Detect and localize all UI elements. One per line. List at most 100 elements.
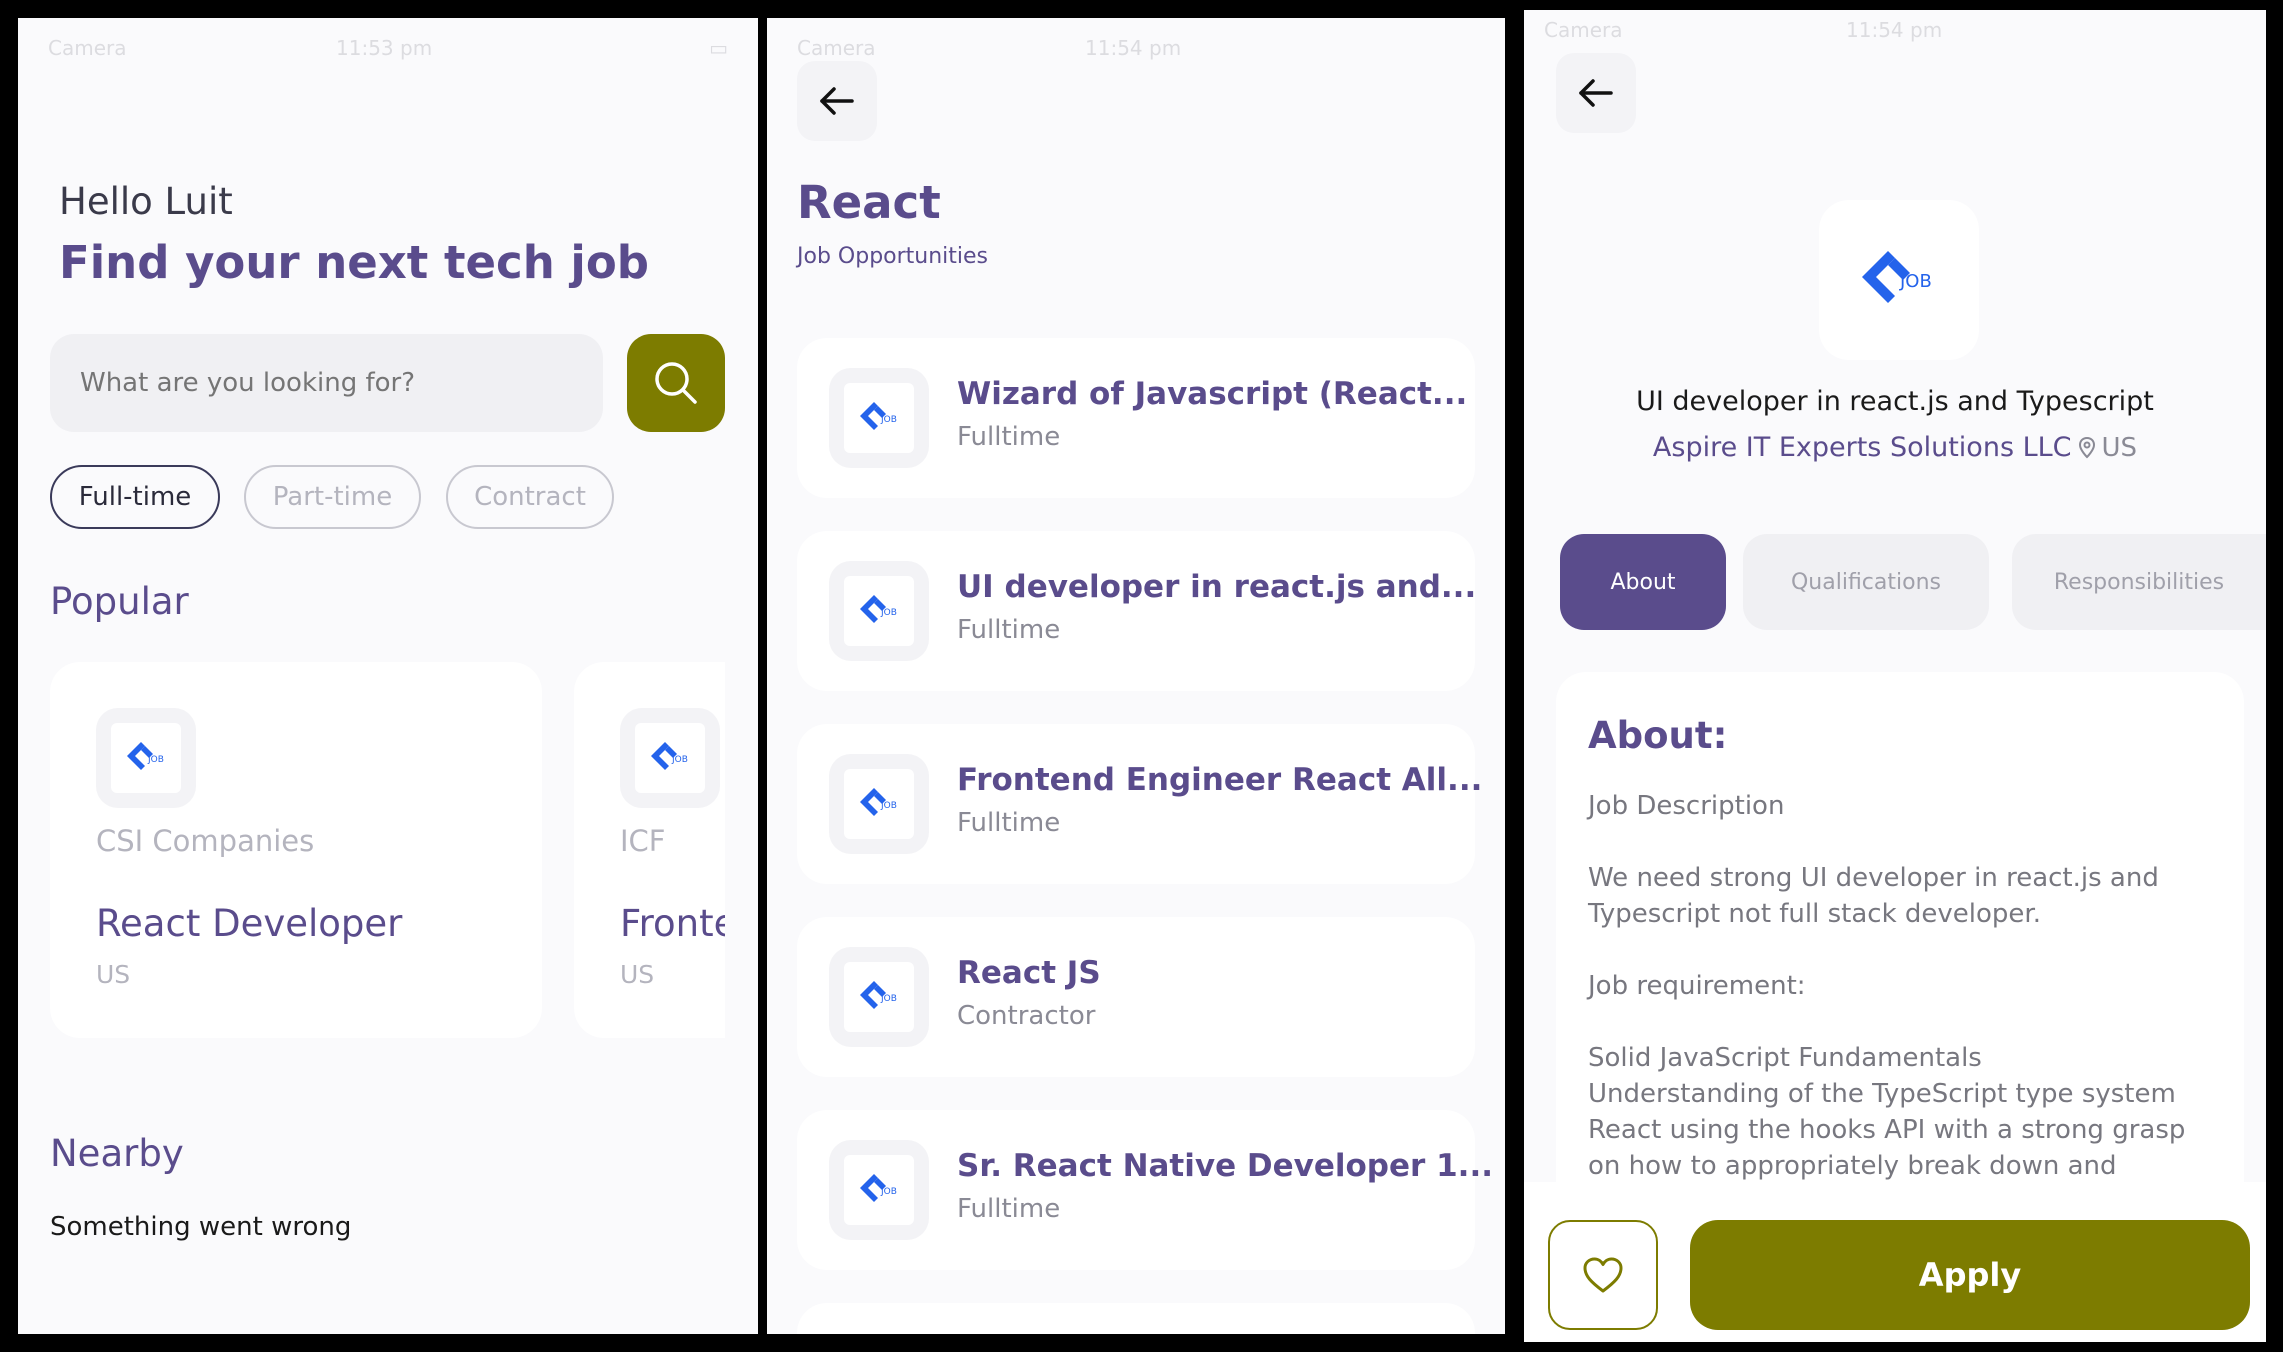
job-list-item[interactable]: JOB UI developer in react.js and... Full… [797,531,1477,691]
tab-label: Qualifications [1790,569,1941,595]
about-line: on how to appropriately break down and [1588,1151,2117,1181]
status-bar: Camera 11:53 pm ▭ [18,36,758,66]
status-bar: Camera 11:54 pm [1524,18,2266,48]
heart-icon [1583,1257,1623,1293]
job-type: Fulltime [957,615,1061,645]
job-title: UI developer in react.js and... [957,569,1477,605]
search-icon [655,362,697,404]
job-type: Fulltime [957,1194,1061,1224]
job-logo-icon: JOB [860,1174,897,1202]
about-heading: About: [1588,714,1728,757]
status-carrier: Camera [1544,18,1623,42]
status-carrier: Camera [797,36,876,60]
about-line: Solid JavaScript Fundamentals [1588,1043,1982,1073]
company-logo: JOB [829,368,929,468]
job-details-screen: Camera 11:54 pm JOB UI developer in reac… [1524,10,2266,1342]
nearby-heading: Nearby [50,1132,184,1175]
job-type: Fulltime [957,422,1061,452]
job-title: Sr. React Native Developer 1... [957,1148,1494,1184]
about-line: Job requirement: [1588,971,1806,1001]
about-line: Job Description [1588,791,1785,821]
job-title: UI developer in react.js and Typescript [1636,386,2154,417]
tab-label: Responsibilities [2053,569,2225,595]
search-button[interactable] [627,334,725,432]
svg-text:JOB: JOB [880,1187,897,1197]
search-results-screen: Camera 11:54 pm React Job Opportunities … [767,18,1505,1334]
job-list-item[interactable]: JOB React JS Contractor [797,917,1475,1077]
back-button[interactable] [797,61,877,141]
filter-chip-part-time[interactable]: Part-time [244,465,421,529]
job-title: React JS [957,955,1101,991]
search-box[interactable] [50,334,603,432]
company-logo: JOB [829,1140,929,1240]
tab-qualifications[interactable]: Qualifications [1743,534,1989,630]
job-type: Fulltime [957,808,1061,838]
search-subtitle: Job Opportunities [797,244,989,269]
job-list-item[interactable]: JOB Wizard of Javascript (React... Fullt… [797,338,1475,498]
popular-job-card[interactable]: JOB CSI Companies React Developer US [50,662,542,1038]
battery-icon: ▭ [709,36,728,60]
filter-chip-full-time[interactable]: Full-time [50,465,220,529]
company-logo: JOB [829,754,929,854]
job-type: Contractor [957,1001,1096,1031]
job-location: US [620,960,655,989]
apply-button[interactable]: Apply [1690,1220,2250,1330]
job-logo-icon: JOB [651,742,688,770]
svg-text:JOB: JOB [880,994,897,1004]
home-screen: Camera 11:53 pm ▭ Hello Luit Find your n… [18,18,758,1334]
nearby-error-message: Something went wrong [50,1212,352,1242]
back-button[interactable] [1556,53,1636,133]
search-input[interactable] [80,368,573,398]
job-logo-icon: JOB [860,788,897,816]
headline: Find your next tech job [59,236,649,289]
job-logo-icon: JOB [860,595,897,623]
company-name: CSI Companies [96,824,315,858]
job-location: US [2101,432,2138,463]
about-line: Typescript not full stack developer. [1588,899,2041,929]
job-title: Wizard of Javascript (React... [957,376,1468,412]
company-name: ICF [620,824,666,858]
company-logo: JOB [620,708,720,808]
filter-chip-label: Contract [474,482,586,512]
company-row: Aspire IT Experts Solutions LLC US [1524,432,2266,463]
svg-text:JOB: JOB [880,801,897,811]
about-line-blank [1588,1004,2228,1040]
job-logo-icon: JOB [127,742,164,770]
status-bar: Camera 11:54 pm [767,36,1505,66]
tab-label: About [1610,569,1676,595]
job-location: US [96,960,131,989]
job-list-item[interactable]: JOB Frontend Engineer React All... Fullt… [797,724,1482,884]
favorite-button[interactable] [1548,1220,1658,1330]
job-title: React Developer [96,902,403,945]
tab-about[interactable]: About [1560,534,1726,630]
about-line: We need strong UI developer in react.js … [1588,863,2159,893]
apply-label: Apply [1918,1256,2022,1294]
tab-responsibilities[interactable]: Responsibilities [2012,534,2266,630]
popular-heading: Popular [50,580,189,623]
job-logo-icon: JOB [860,402,897,430]
filter-chip-label: Full-time [78,482,192,512]
about-body: Job Description We need strong UI develo… [1588,788,2228,1184]
about-line-blank [1588,932,2228,968]
job-list-item[interactable]: JOB Sr. React Native Developer 1... Full… [797,1110,1493,1270]
about-line: React using the hooks API with a strong … [1588,1115,2186,1145]
status-time: 11:54 pm [1085,36,1182,60]
arrow-left-icon [1579,79,1613,107]
logo-text: JOB [1899,271,1932,292]
about-line-blank [1588,824,2228,860]
svg-text:JOB: JOB [671,755,688,765]
search-query-title: React [797,176,941,229]
filter-chip-contract[interactable]: Contract [446,465,614,529]
arrow-left-icon [820,87,854,115]
svg-text:JOB: JOB [880,415,897,425]
about-line: Understanding of the TypeScript type sys… [1588,1079,2176,1109]
company-logo: JOB [96,708,196,808]
company-name: Aspire IT Experts Solutions LLC [1652,432,2072,463]
svg-text:JOB: JOB [147,755,164,765]
status-time: 11:53 pm [336,36,433,60]
job-logo-icon: JOB [860,981,897,1009]
job-list-item-partial[interactable] [797,1303,1475,1334]
company-logo: JOB [1819,200,1979,360]
carousel-edge [725,662,758,1038]
status-time: 11:54 pm [1846,18,1943,42]
